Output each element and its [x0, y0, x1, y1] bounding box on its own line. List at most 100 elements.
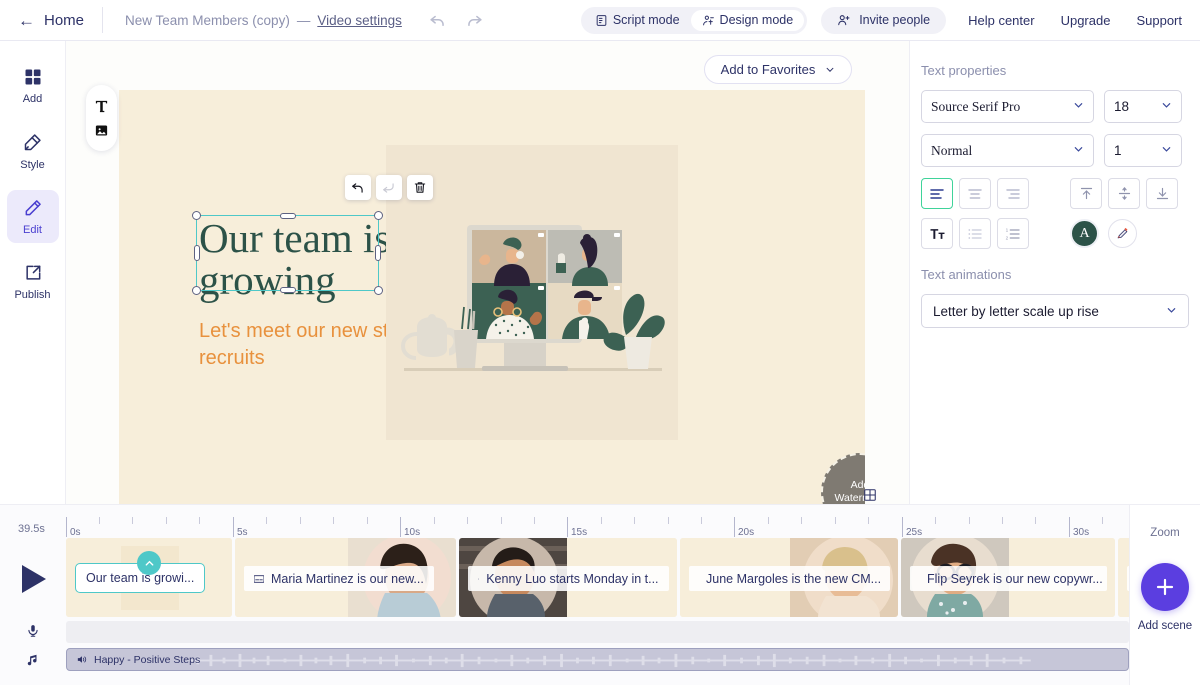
timeline-left-controls: 39.5s [0, 505, 66, 685]
support-link[interactable]: Support [1136, 13, 1182, 28]
scene-card[interactable]: Kenny Luo starts Monday in t... [459, 538, 677, 617]
selection-box[interactable] [196, 215, 379, 291]
scene-caption-text: Maria Martinez is our new... [271, 572, 424, 586]
back-arrow-icon: ← [18, 12, 35, 29]
chevron-down-icon [825, 65, 835, 75]
scene-card[interactable]: Our team is growi... [66, 538, 232, 617]
sidebar-item-add[interactable]: Add [7, 59, 59, 112]
font-family-select[interactable]: Source Serif Pro [921, 90, 1094, 123]
sidebar-item-edit-label: Edit [23, 224, 42, 236]
text-animation-value: Letter by letter scale up rise [933, 304, 1099, 319]
resize-handle-bl[interactable] [192, 286, 201, 295]
line-height-select[interactable]: 1 [1104, 134, 1182, 167]
highlight-color-button[interactable] [1108, 219, 1137, 248]
align-bottom-button[interactable] [1146, 178, 1178, 209]
marker-pen-icon [1115, 226, 1130, 241]
add-watermark-button[interactable]: Add Watermark [821, 453, 865, 510]
sidebar-item-style[interactable]: Style [7, 124, 59, 178]
ruler-label: 30s [1073, 527, 1089, 538]
upgrade-link[interactable]: Upgrade [1061, 13, 1111, 28]
ruler-label: 20s [738, 527, 754, 538]
scene-caption: Maria Martinez is our new... [244, 566, 434, 591]
scene-card[interactable]: Flip Seyrek is our new copywr... [901, 538, 1115, 617]
resize-handle-tr[interactable] [374, 211, 383, 220]
undo-icon[interactable] [428, 11, 447, 30]
align-middle-button[interactable] [1108, 178, 1140, 209]
play-icon [20, 563, 48, 595]
subtitle-icon [478, 575, 479, 583]
music-note-icon [26, 652, 40, 668]
text-case-button[interactable] [921, 218, 953, 249]
video-canvas[interactable]: Our team is growing Let's meet our new s… [119, 90, 865, 510]
document-title[interactable]: New Team Members (copy) [125, 13, 290, 28]
line-height-value: 1 [1114, 143, 1122, 158]
font-style-select[interactable]: Normal [921, 134, 1094, 167]
resize-handle-br[interactable] [374, 286, 383, 295]
music-track[interactable]: Happy - Positive Steps [66, 648, 1129, 671]
home-button[interactable]: ← Home [0, 12, 102, 29]
timeline-ruler[interactable]: 0s 5s 10s 15s 20s 25s 30s [66, 515, 1129, 537]
add-text-icon[interactable] [94, 99, 109, 114]
resize-handle-bottom[interactable] [280, 287, 296, 293]
sidebar-item-edit[interactable]: Edit [7, 190, 59, 243]
bulleted-list-icon [967, 227, 983, 241]
add-scene-button[interactable] [1141, 563, 1189, 611]
add-image-icon[interactable] [94, 123, 109, 138]
invite-people-button[interactable]: Invite people [821, 7, 946, 34]
help-center-link[interactable]: Help center [968, 13, 1034, 28]
scene-card[interactable]: June Margoles is the new CM... [680, 538, 898, 617]
scene-card[interactable]: Maria Martinez is our new... [235, 538, 456, 617]
send-backward-button[interactable] [376, 175, 402, 200]
text-properties-title: Text properties [921, 63, 1189, 78]
scene-track: Our team is growi... Maria M [66, 538, 1129, 617]
resize-handle-top[interactable] [280, 213, 296, 219]
chevron-up-icon [144, 558, 155, 569]
bulleted-list-button[interactable] [959, 218, 991, 249]
scene-caption: Kenny Luo starts Monday in t... [468, 566, 669, 591]
sidebar-item-publish-label: Publish [14, 289, 50, 301]
text-color-button[interactable]: A [1070, 219, 1099, 248]
bring-forward-button[interactable] [345, 175, 371, 200]
plus-icon [1153, 575, 1177, 599]
ruler-label: 10s [404, 527, 420, 538]
align-left-button[interactable] [921, 178, 953, 209]
vertical-align-bottom-icon [1155, 186, 1170, 201]
align-right-button[interactable] [997, 178, 1029, 209]
music-track-icon[interactable] [26, 652, 40, 673]
vertical-align-top-icon [1079, 186, 1094, 201]
align-center-icon [967, 187, 983, 201]
numbered-list-icon: 12 [1005, 227, 1021, 241]
timeline-play-button[interactable] [20, 563, 48, 600]
palette-icon [22, 132, 43, 153]
resize-handle-tl[interactable] [192, 211, 201, 220]
text-animation-select[interactable]: Letter by letter scale up rise [921, 294, 1189, 328]
numbered-list-button[interactable]: 12 [997, 218, 1029, 249]
font-size-value: 18 [1114, 99, 1129, 114]
zoom-label: Zoom [1150, 527, 1179, 539]
top-bar: ← Home New Team Members (copy) — Video s… [0, 0, 1200, 41]
share-icon [23, 263, 43, 283]
script-mode-button[interactable]: Script mode [584, 10, 691, 31]
grid-icon [23, 67, 43, 87]
undo-redo-group [402, 11, 494, 30]
video-settings-link[interactable]: Video settings [317, 13, 402, 28]
font-size-select[interactable]: 18 [1104, 90, 1182, 123]
delete-element-button[interactable] [407, 175, 433, 200]
align-center-button[interactable] [959, 178, 991, 209]
voiceover-track-icon[interactable] [26, 623, 40, 644]
text-case-icon [929, 227, 946, 241]
sidebar-item-publish[interactable]: Publish [7, 255, 59, 308]
trash-icon [413, 180, 427, 195]
add-to-favorites-button[interactable]: Add to Favorites [704, 55, 852, 84]
bring-forward-icon [351, 181, 365, 195]
design-mode-button[interactable]: Design mode [691, 10, 805, 31]
scene-collapse-toggle[interactable] [137, 551, 161, 575]
resize-handle-left[interactable] [194, 245, 200, 261]
redo-icon[interactable] [465, 11, 484, 30]
voiceover-track[interactable] [66, 621, 1129, 643]
list-and-color-row: 12 A [921, 218, 1189, 249]
resize-handle-right[interactable] [375, 245, 381, 261]
scene-card[interactable]: Wel [1118, 538, 1129, 617]
align-top-button[interactable] [1070, 178, 1102, 209]
mode-toggle: Script mode Design mode [581, 7, 807, 34]
